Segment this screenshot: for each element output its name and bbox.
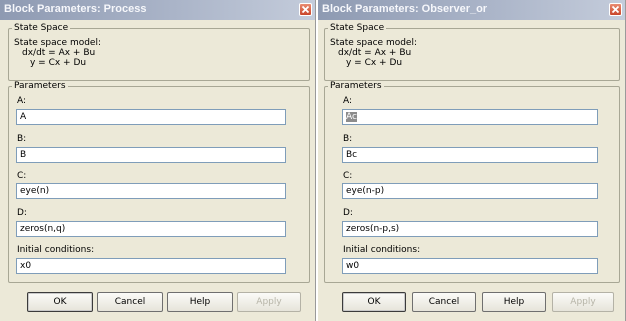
ok-button[interactable]: OK — [27, 292, 93, 312]
model-line-2: dx/dt = Ax + Bu — [22, 48, 96, 58]
param-c-label: C: — [343, 171, 353, 181]
model-line-1: State space model: — [14, 38, 102, 48]
param-a-label: A: — [343, 96, 353, 106]
cancel-button[interactable]: Cancel — [412, 292, 476, 312]
apply-button: Apply — [552, 292, 614, 312]
param-init-label: Initial conditions: — [17, 245, 95, 255]
param-a-input[interactable]: Ac — [342, 109, 598, 125]
cancel-button[interactable]: Cancel — [97, 292, 163, 312]
param-b-label: B: — [17, 134, 27, 144]
param-a-input[interactable]: A — [16, 109, 286, 125]
model-line-2: dx/dt = Ax + Bu — [338, 48, 412, 58]
parameters-legend: Parameters — [14, 81, 66, 91]
apply-button: Apply — [237, 292, 301, 312]
param-init-label: Initial conditions: — [343, 245, 421, 255]
model-line-1: State space model: — [330, 38, 418, 48]
model-line-3: y = Cx + Du — [346, 58, 403, 68]
close-icon[interactable] — [299, 3, 312, 16]
model-line-3: y = Cx + Du — [30, 58, 87, 68]
dialog-title: Block Parameters: Observer_or — [322, 3, 488, 15]
close-icon[interactable] — [609, 3, 622, 16]
param-d-input[interactable]: zeros(n-p,s) — [342, 221, 598, 237]
param-b-input[interactable]: B — [16, 147, 286, 163]
param-a-value: Ac — [346, 112, 357, 122]
dialog-observer: Block Parameters: Observer_or State Spac… — [318, 0, 626, 321]
param-init-input[interactable]: x0 — [16, 258, 286, 274]
param-init-input[interactable]: w0 — [342, 258, 598, 274]
param-d-label: D: — [343, 208, 353, 218]
dialog-process: Block Parameters: Process State Space St… — [0, 0, 316, 321]
ok-button[interactable]: OK — [342, 292, 406, 312]
parameters-legend: Parameters — [330, 81, 382, 91]
dialog-title: Block Parameters: Process — [4, 3, 147, 15]
param-d-label: D: — [17, 208, 27, 218]
param-a-label: A: — [17, 96, 27, 106]
param-c-input[interactable]: eye(n-p) — [342, 183, 598, 199]
param-d-input[interactable]: zeros(n,q) — [16, 221, 286, 237]
help-button[interactable]: Help — [482, 292, 546, 312]
param-b-input[interactable]: Bc — [342, 147, 598, 163]
state-space-legend: State Space — [14, 23, 69, 33]
title-bar[interactable]: Block Parameters: Observer_or — [318, 0, 625, 20]
param-c-input[interactable]: eye(n) — [16, 183, 286, 199]
help-button[interactable]: Help — [167, 292, 233, 312]
param-b-label: B: — [343, 134, 353, 144]
title-bar[interactable]: Block Parameters: Process — [0, 0, 315, 20]
state-space-legend: State Space — [330, 23, 385, 33]
param-c-label: C: — [17, 171, 27, 181]
